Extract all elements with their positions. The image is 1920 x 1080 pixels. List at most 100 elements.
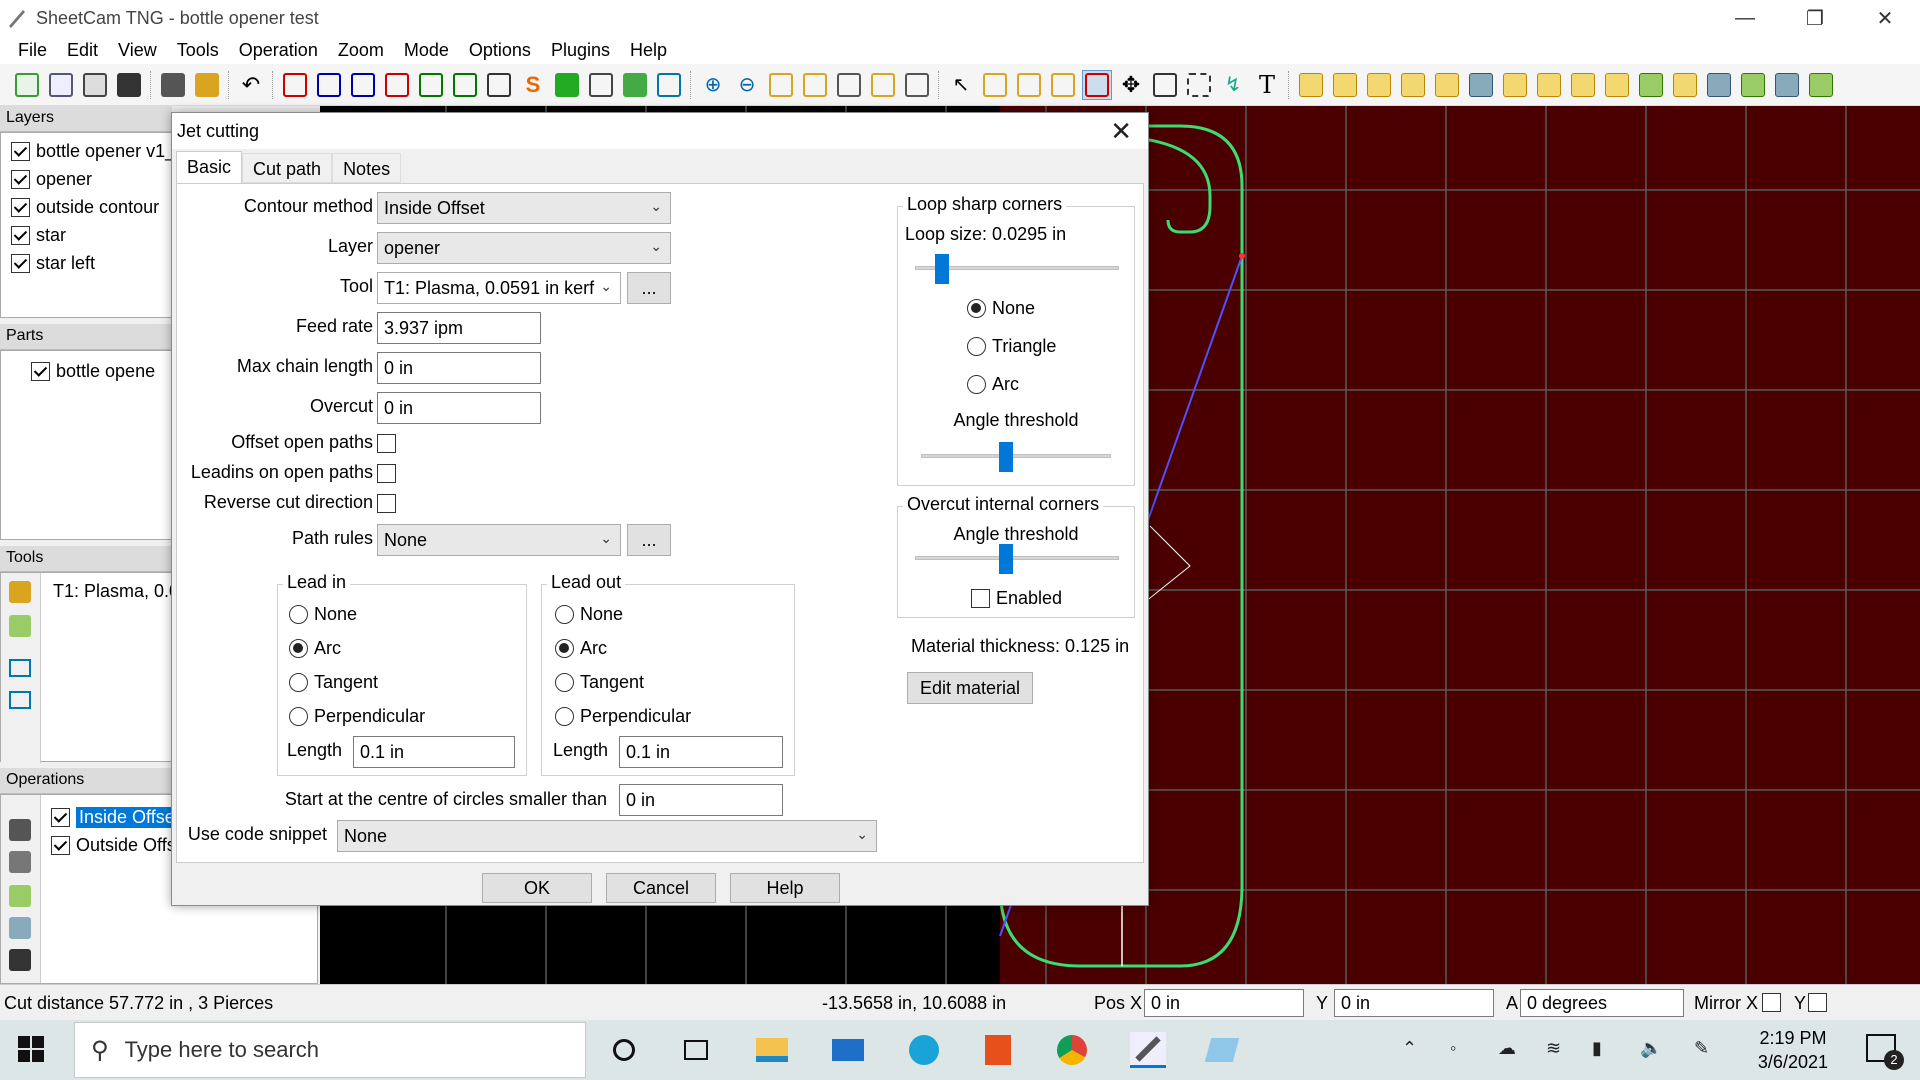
edit-material-button[interactable]: Edit material xyxy=(907,672,1033,704)
layer-item[interactable]: opener xyxy=(1,165,171,193)
angle-input[interactable]: 0 degrees xyxy=(1520,989,1684,1017)
path-rules-select[interactable]: None ⌄ xyxy=(377,524,621,556)
op-button-6[interactable] xyxy=(450,70,480,100)
overcut-input[interactable]: 0 in xyxy=(377,392,541,424)
contour-method-select[interactable]: Inside Offset ⌄ xyxy=(377,192,671,224)
select-active-button[interactable] xyxy=(1082,69,1112,100)
zoom-button-3[interactable] xyxy=(766,70,796,100)
new-job-button[interactable] xyxy=(12,70,42,100)
office-icon[interactable] xyxy=(980,1032,1016,1068)
menu-plugins[interactable]: Plugins xyxy=(541,40,620,61)
post-process-button[interactable] xyxy=(192,70,222,100)
restore-button[interactable]: ❐ xyxy=(1780,0,1850,36)
text-button[interactable]: T xyxy=(1252,70,1282,100)
zoom-button-6[interactable] xyxy=(868,70,898,100)
select-start-button[interactable] xyxy=(980,70,1010,100)
new-tool-icon[interactable] xyxy=(9,581,31,603)
part-tool-12[interactable] xyxy=(1670,70,1700,100)
import-operation-icon[interactable] xyxy=(9,885,31,907)
part-tool-14[interactable] xyxy=(1738,70,1768,100)
layer-item[interactable]: star xyxy=(1,221,171,249)
menu-view[interactable]: View xyxy=(108,40,167,61)
drill-operation-icon[interactable] xyxy=(9,851,31,873)
part-tool-13[interactable] xyxy=(1704,70,1734,100)
menu-zoom[interactable]: Zoom xyxy=(328,40,394,61)
meet-now-icon[interactable]: ◦ xyxy=(1450,1038,1456,1059)
onedrive-icon[interactable]: ☁ xyxy=(1498,1038,1516,1059)
radio-button[interactable] xyxy=(555,707,574,726)
part-tool-15[interactable] xyxy=(1772,70,1802,100)
lead-out-tangent-option[interactable]: Tangent xyxy=(555,672,644,693)
loop-angle-slider-thumb[interactable] xyxy=(999,442,1013,472)
op-button-9[interactable] xyxy=(552,70,582,100)
layer-select[interactable]: opener ⌄ xyxy=(377,232,671,264)
edge-browser-icon[interactable] xyxy=(906,1032,942,1068)
frame-button[interactable] xyxy=(1184,70,1214,100)
layer-item[interactable]: star left xyxy=(1,249,171,277)
zoom-button-7[interactable] xyxy=(902,70,932,100)
notification-center-icon[interactable]: 2 xyxy=(1866,1034,1904,1070)
lightning-button[interactable]: ↯ xyxy=(1218,70,1248,100)
offset-open-checkbox[interactable] xyxy=(377,434,396,453)
tool-select[interactable]: T1: Plasma, 0.0591 in kerf ⌄ xyxy=(377,272,621,304)
zoom-out-button[interactable]: ⊖ xyxy=(732,70,762,100)
op-button-4[interactable] xyxy=(382,70,412,100)
file-explorer-icon[interactable] xyxy=(754,1032,790,1068)
window-button[interactable] xyxy=(654,70,684,100)
notepad-icon[interactable] xyxy=(1204,1032,1240,1068)
part-tool-5[interactable] xyxy=(1432,70,1462,100)
operation-checkbox[interactable] xyxy=(51,835,70,855)
select-tab-button[interactable] xyxy=(1014,70,1044,100)
lead-in-none-option[interactable]: None xyxy=(289,604,357,625)
ok-button[interactable]: OK xyxy=(482,873,592,903)
op-button-1[interactable] xyxy=(280,70,310,100)
radio-button[interactable] xyxy=(289,707,308,726)
sheetcam-taskbar-icon[interactable] xyxy=(1130,1032,1166,1068)
overcut-angle-slider-thumb[interactable] xyxy=(999,544,1013,574)
pen-icon[interactable]: ✎ xyxy=(1694,1038,1709,1059)
radio-button[interactable] xyxy=(967,337,986,356)
lead-in-arc-option[interactable]: Arc xyxy=(289,638,341,659)
zoom-button-5[interactable] xyxy=(834,70,864,100)
mirror-y-checkbox[interactable] xyxy=(1808,993,1827,1012)
loop-none-option[interactable]: None xyxy=(967,298,1035,319)
zoom-in-button[interactable]: ⊕ xyxy=(698,70,728,100)
add-operation-icon[interactable] xyxy=(9,819,31,841)
radio-button[interactable] xyxy=(555,673,574,692)
part-tool-7[interactable] xyxy=(1500,70,1530,100)
layer-checkbox[interactable] xyxy=(11,197,30,217)
radio-button[interactable] xyxy=(555,639,574,658)
tool-browse-button[interactable]: ... xyxy=(627,272,671,304)
lead-out-length-input[interactable]: 0.1 in xyxy=(619,736,783,768)
overcut-enabled-checkbox[interactable] xyxy=(971,589,990,608)
tool-table-icon[interactable] xyxy=(9,659,31,677)
pos-x-input[interactable]: 0 in xyxy=(1144,989,1304,1017)
loop-size-slider-thumb[interactable] xyxy=(935,254,949,284)
loop-arc-option[interactable]: Arc xyxy=(967,374,1019,395)
layers-button[interactable] xyxy=(620,70,650,100)
print-button[interactable] xyxy=(114,70,144,100)
layer-checkbox[interactable] xyxy=(11,225,30,245)
part-item[interactable]: bottle opene xyxy=(1,357,171,385)
part-tool-3[interactable] xyxy=(1364,70,1394,100)
menu-tools[interactable]: Tools xyxy=(167,40,229,61)
feed-rate-input[interactable]: 3.937 ipm xyxy=(377,312,541,344)
cortana-icon[interactable] xyxy=(606,1032,642,1068)
radio-button[interactable] xyxy=(967,299,986,318)
lead-out-perpendicular-option[interactable]: Perpendicular xyxy=(555,706,691,727)
lead-in-length-input[interactable]: 0.1 in xyxy=(353,736,515,768)
import-tool-icon[interactable] xyxy=(9,615,31,637)
part-tool-4[interactable] xyxy=(1398,70,1428,100)
loop-triangle-option[interactable]: Triangle xyxy=(967,336,1056,357)
op-button-8[interactable]: S xyxy=(518,70,548,100)
layer-item[interactable]: outside contour xyxy=(1,193,171,221)
move-button[interactable]: ✥ xyxy=(1116,70,1146,100)
op-button-10[interactable] xyxy=(586,70,616,100)
battery-icon[interactable]: ▮ xyxy=(1592,1038,1602,1059)
system-clock[interactable]: 2:19 PM 3/6/2021 xyxy=(1758,1026,1828,1074)
lead-in-perpendicular-option[interactable]: Perpendicular xyxy=(289,706,425,727)
menu-operation[interactable]: Operation xyxy=(229,40,328,61)
windows-start-icon[interactable] xyxy=(18,1036,44,1062)
cancel-button[interactable]: Cancel xyxy=(606,873,716,903)
tool-list-icon[interactable] xyxy=(9,691,31,709)
